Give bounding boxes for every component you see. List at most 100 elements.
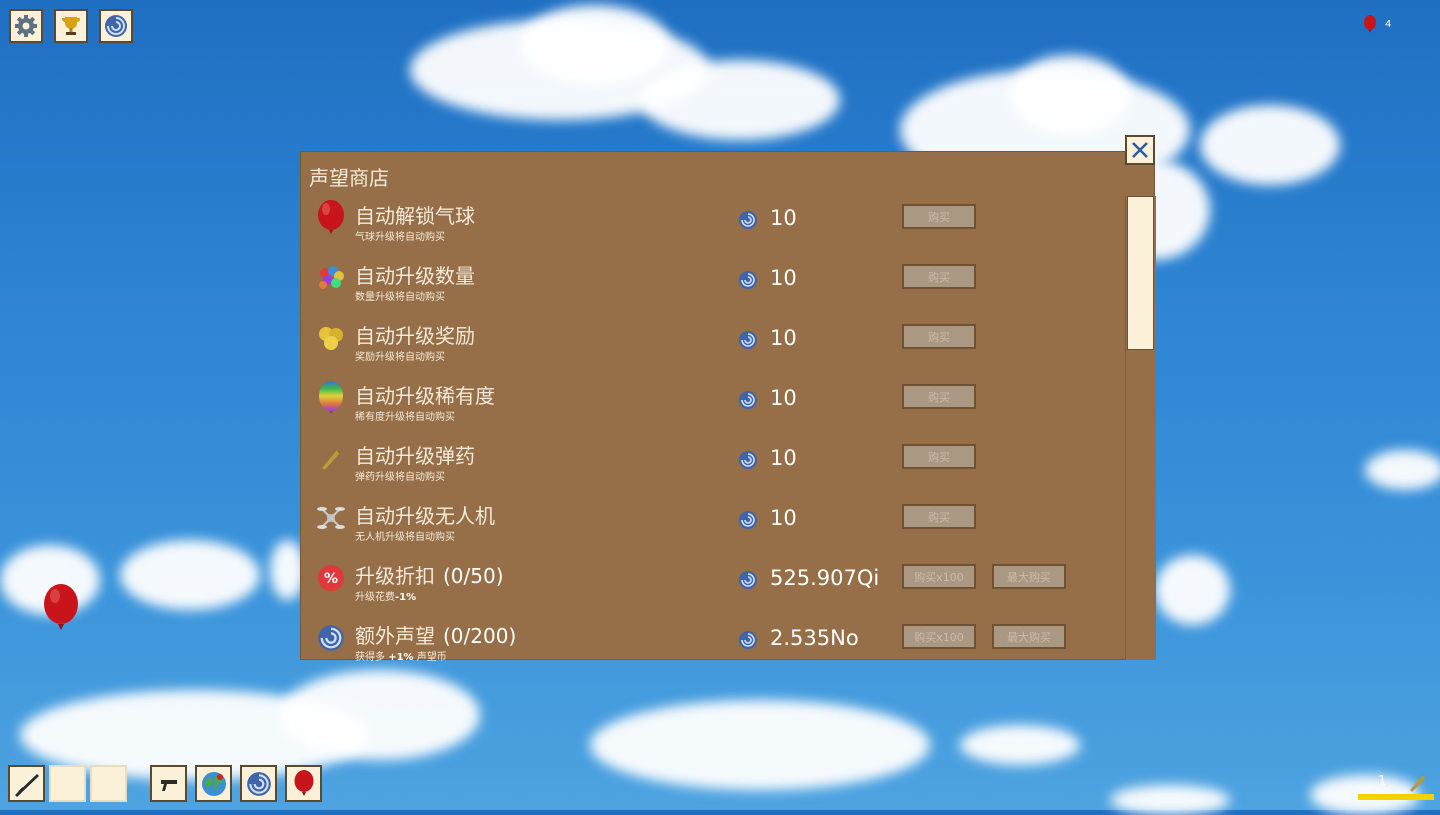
item-desc-text: 弹药升级将自动购买 xyxy=(355,472,445,483)
bullet-icon xyxy=(315,442,347,474)
prestige-coin-icon xyxy=(738,450,758,470)
shop-row: 自动升级奖励 奖励升级将自动购买 10 购买 xyxy=(301,316,1121,376)
shop-row: % 升级折扣 (0/50) 升级花费-1% 525.907Qi 购买x100 最大购买 xyxy=(301,556,1121,616)
buy-button[interactable]: 购买 xyxy=(902,204,976,229)
shop-row: 自动升级数量 数量升级将自动购买 10 购买 xyxy=(301,256,1121,316)
weapon-slot-empty-2[interactable] xyxy=(90,765,127,802)
item-price: 525.907Qi xyxy=(770,566,880,590)
weapon-slot-empty-1[interactable] xyxy=(49,765,86,802)
item-name-text: 自动解锁气球 xyxy=(355,204,475,228)
item-price: 10 xyxy=(770,206,797,230)
item-name: 自动升级无人机 xyxy=(355,500,495,529)
item-price: 10 xyxy=(770,446,797,470)
balloon-bunch-icon xyxy=(315,262,347,294)
scrollbar-thumb[interactable] xyxy=(1127,196,1154,350)
prestige-coin-icon xyxy=(738,390,758,410)
item-name: 额外声望 (0/200) xyxy=(355,620,516,649)
shop-row: 自动解锁气球气球升级将自动购买 10 购买 xyxy=(301,196,1121,256)
prestige-coin-icon xyxy=(738,270,758,290)
balloon-counter: 4 xyxy=(1363,15,1391,33)
prestige-coin-icon xyxy=(738,510,758,530)
item-name-text: 自动升级奖励 xyxy=(355,324,475,348)
item-desc-text: 气球升级将自动购买 xyxy=(355,232,445,243)
close-icon xyxy=(1132,142,1148,158)
buy-max-button[interactable]: 最大购买 xyxy=(992,624,1066,649)
shop-row: 自动升级弹药弹药升级将自动购买 10 购买 xyxy=(301,436,1121,496)
buy-button[interactable]: 购买 xyxy=(902,504,976,529)
item-name: 自动升级弹药 xyxy=(355,440,475,469)
buy-button[interactable]: 购买 xyxy=(902,324,976,349)
item-name: 自动升级数量 xyxy=(355,260,475,289)
item-price: 10 xyxy=(770,386,797,410)
prestige-shop-panel: 声望商店 自动解锁气球 气球升级将自动购买 10 购买 自动升级数量 数量升级将自动购买 1… xyxy=(300,151,1156,663)
item-name-text: 自动升级弹药 xyxy=(355,444,475,468)
gold-balloons-icon xyxy=(315,322,347,354)
floating-balloon[interactable] xyxy=(41,584,81,636)
buy-button[interactable]: 购买x100 xyxy=(902,564,976,589)
item-desc-after: 声望币 xyxy=(413,652,447,663)
prestige-swirl-icon xyxy=(105,15,127,37)
item-name-text: 自动升级无人机 xyxy=(355,504,495,528)
close-button[interactable] xyxy=(1125,135,1155,165)
prestige-swirl-icon xyxy=(315,622,347,654)
achievements-button[interactable] xyxy=(54,9,88,43)
item-desc-text: 奖励升级将自动购买 xyxy=(355,352,445,363)
gear-icon xyxy=(15,15,37,37)
item-price: 10 xyxy=(770,266,797,290)
globe-icon xyxy=(201,771,226,796)
svg-text:%: % xyxy=(324,571,338,587)
pistol-icon xyxy=(160,779,177,791)
item-name-text: 额外声望 xyxy=(355,624,435,648)
balloon-button[interactable] xyxy=(285,765,322,802)
item-desc-bold: -1% xyxy=(395,592,417,603)
buy-button[interactable]: 购买 xyxy=(902,384,976,409)
item-desc-text: 无人机升级将自动购买 xyxy=(355,532,455,543)
ammo-bar xyxy=(1358,794,1434,800)
item-name-text: 自动升级稀有度 xyxy=(355,384,495,408)
item-name: 自动升级稀有度 xyxy=(355,380,495,409)
ammo-indicator: 1 xyxy=(1358,772,1434,802)
prestige-swirl-icon xyxy=(246,771,271,796)
settings-button[interactable] xyxy=(9,9,43,43)
item-name-text: 升级折扣 xyxy=(355,564,435,588)
item-description: 气球升级将自动购买 xyxy=(355,228,445,243)
prestige-coin-icon xyxy=(738,330,758,350)
world-map-button[interactable] xyxy=(195,765,232,802)
balloon-count: 4 xyxy=(1385,18,1392,30)
item-description: 升级花费-1% xyxy=(355,588,416,603)
red-balloon-icon xyxy=(44,584,78,630)
shop-title: 声望商店 xyxy=(309,166,389,190)
rainbow-balloon-icon xyxy=(315,381,347,414)
item-description: 无人机升级将自动购买 xyxy=(355,528,455,543)
item-description: 获得多 +1% 声望币 xyxy=(355,648,447,663)
buy-button[interactable]: 购买 xyxy=(902,444,976,469)
item-description: 奖励升级将自动购买 xyxy=(355,348,445,363)
item-desc-bold: +1% xyxy=(388,652,414,663)
weapon-slot-rifle[interactable] xyxy=(8,765,45,802)
buy-button[interactable]: 购买x100 xyxy=(902,624,976,649)
item-desc-text: 稀有度升级将自动购买 xyxy=(355,412,455,423)
item-name: 升级折扣 (0/50) xyxy=(355,560,504,589)
pistol-button[interactable] xyxy=(150,765,187,802)
shop-row: 自动升级稀有度稀有度升级将自动购买 10 购买 xyxy=(301,376,1121,436)
item-description: 弹药升级将自动购买 xyxy=(355,468,445,483)
red-balloon-icon xyxy=(294,769,313,796)
rifle-icon xyxy=(14,773,39,797)
item-price: 2.535No xyxy=(770,626,859,650)
trophy-icon xyxy=(62,17,80,35)
prestige-coin-icon xyxy=(738,630,758,650)
buy-button[interactable]: 购买 xyxy=(902,264,976,289)
buy-max-button[interactable]: 最大购买 xyxy=(992,564,1066,589)
item-name-text: 自动升级数量 xyxy=(355,264,475,288)
prestige-button[interactable] xyxy=(99,9,133,43)
prestige-shop-button[interactable] xyxy=(240,765,277,802)
bullet-icon xyxy=(1410,776,1425,792)
discount-percent-icon: % xyxy=(315,562,347,594)
red-balloon-icon xyxy=(315,200,347,234)
item-name: 自动解锁气球 xyxy=(355,200,475,229)
prestige-coin-icon xyxy=(738,210,758,230)
item-name: 自动升级奖励 xyxy=(355,320,475,349)
item-description: 稀有度升级将自动购买 xyxy=(355,408,455,423)
red-balloon-icon xyxy=(1364,15,1376,33)
ammo-count: 1 xyxy=(1378,774,1387,789)
